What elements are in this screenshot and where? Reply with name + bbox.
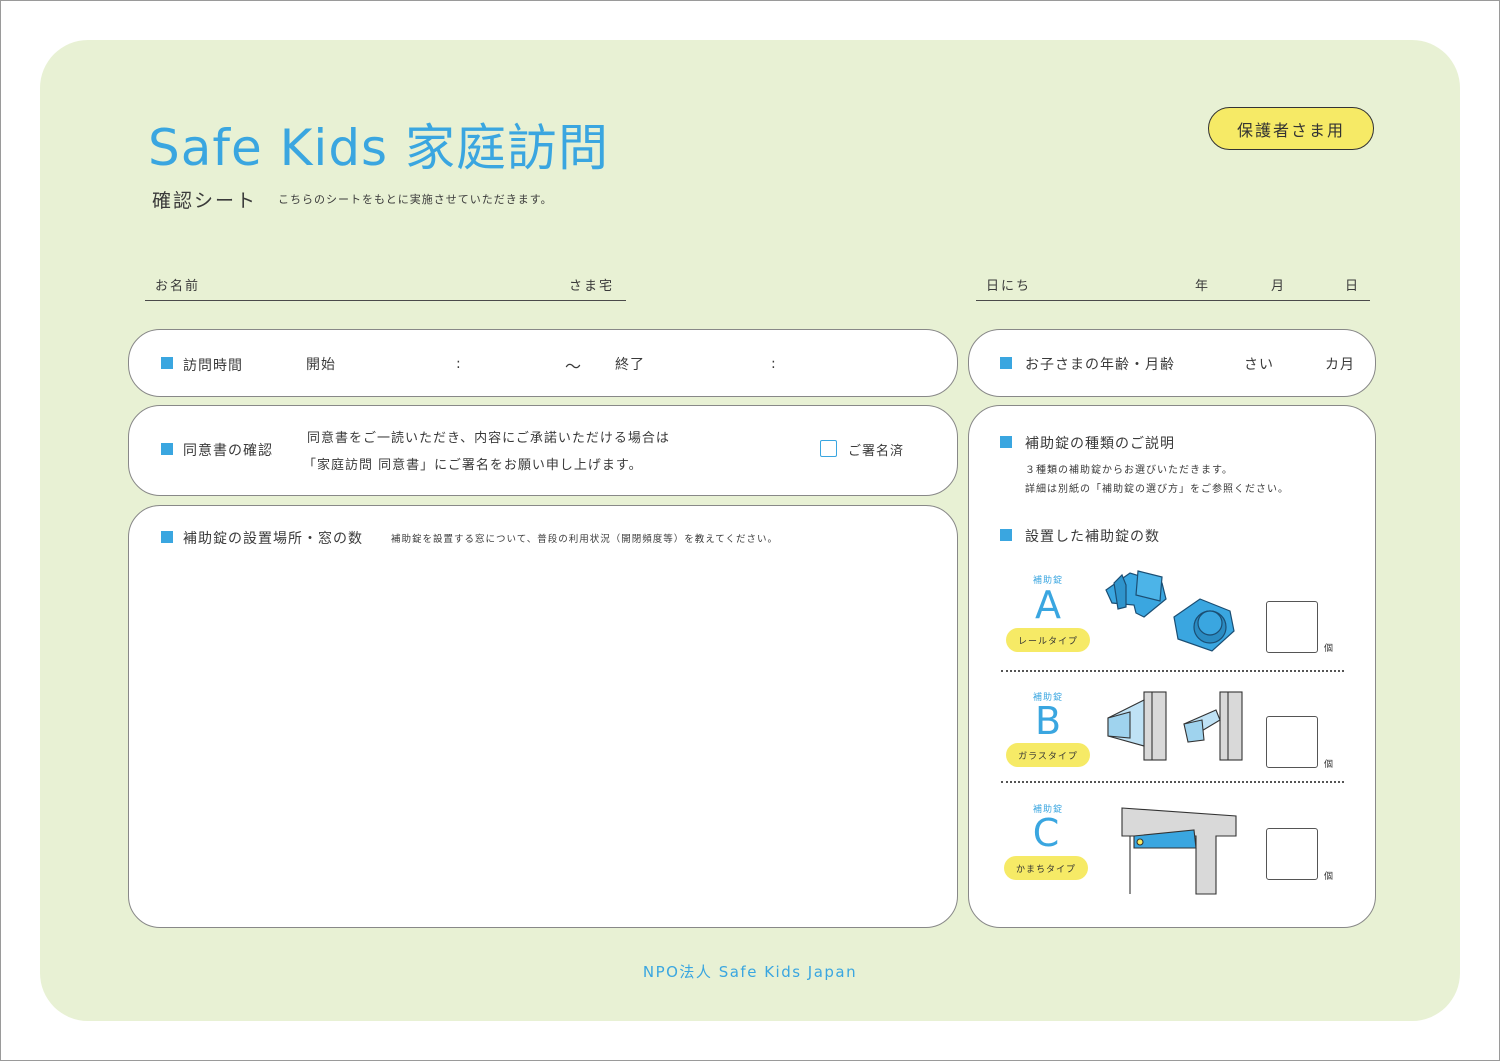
type-a-count-box[interactable]	[1266, 601, 1318, 653]
page-subnote: こちらのシートをもとに実施させていただきます。	[278, 193, 553, 206]
visit-start-label: 開始	[306, 357, 336, 373]
footer-org: NPO法人 Safe Kids Japan	[642, 963, 858, 981]
install-location-box[interactable]	[128, 505, 958, 928]
date-day-label: 日	[1345, 279, 1361, 294]
type-a-unit: 個	[1324, 644, 1334, 654]
install-location-label: 補助錠の設置場所・窓の数	[183, 531, 363, 547]
name-field[interactable]: お名前 さま宅	[145, 271, 626, 301]
type-c-unit: 個	[1324, 872, 1334, 882]
audience-badge: 保護者さま用	[1208, 107, 1374, 150]
child-age-label: お子さまの年齢・月齢	[1025, 357, 1175, 373]
install-location-bullet	[161, 531, 173, 543]
consent-label: 同意書の確認	[183, 443, 273, 459]
child-age-months: カ月	[1325, 357, 1355, 373]
rail-lock-illustration	[1105, 570, 1235, 652]
type-b-pill: ガラスタイプ	[1006, 743, 1090, 767]
type-c-letter: C	[1032, 811, 1060, 855]
install-location-note: 補助錠を設置する窓について、普段の利用状況（開閉頻度等）を教えてください。	[391, 534, 778, 545]
type-b-unit: 個	[1324, 760, 1334, 770]
date-field[interactable]: 日にち 年 月 日	[976, 271, 1370, 301]
lock-types-label: 補助錠の種類のご説明	[1025, 436, 1175, 452]
date-month-label: 月	[1271, 279, 1287, 294]
visit-time-box[interactable]	[128, 329, 958, 397]
lock-types-bullet	[1000, 436, 1012, 448]
frame-lock-illustration	[1121, 807, 1237, 895]
glass-lock-illustration	[1107, 691, 1243, 761]
page-subtitle: 確認シート	[152, 190, 258, 212]
type-a-pill: レールタイプ	[1006, 628, 1090, 652]
type-a-letter: A	[1035, 583, 1061, 627]
visit-start-colon: :	[456, 356, 462, 372]
consent-text-line1: 同意書をご一読いただき、内容にご承諾いただける場合は	[307, 431, 670, 446]
child-age-years: さい	[1244, 357, 1274, 373]
consent-bullet	[161, 443, 173, 455]
name-suffix: さま宅	[569, 279, 615, 294]
visit-end-label: 終了	[615, 357, 645, 373]
visit-end-colon: :	[771, 356, 777, 372]
name-label: お名前	[155, 279, 201, 294]
lock-count-label: 設置した補助錠の数	[1025, 529, 1160, 545]
page-title: Safe Kids 家庭訪問	[148, 119, 609, 177]
divider-bc	[1001, 781, 1344, 783]
date-year-label: 年	[1195, 279, 1211, 294]
consent-text-line2: 「家庭訪問 同意書」にご署名をお願い申し上げます。	[303, 458, 643, 473]
date-label: 日にち	[986, 279, 1032, 294]
lock-count-bullet	[1000, 529, 1012, 541]
signed-checkbox-label: ご署名済	[848, 444, 905, 459]
type-b-count-box[interactable]	[1266, 716, 1318, 768]
type-c-pill: かまちタイプ	[1004, 856, 1088, 880]
visit-time-label: 訪問時間	[183, 358, 243, 374]
visit-tilde: 〜	[565, 357, 583, 376]
visit-time-bullet	[161, 357, 173, 369]
type-b-letter: B	[1034, 699, 1062, 743]
divider-ab	[1001, 670, 1344, 672]
lock-types-desc1: ３種類の補助錠からお選びいただきます。	[1025, 465, 1233, 476]
child-age-bullet	[1000, 357, 1012, 369]
signed-checkbox[interactable]	[820, 440, 837, 457]
type-c-count-box[interactable]	[1266, 828, 1318, 880]
lock-types-desc2: 詳細は別紙の「補助錠の選び方」をご参照ください。	[1025, 484, 1289, 495]
